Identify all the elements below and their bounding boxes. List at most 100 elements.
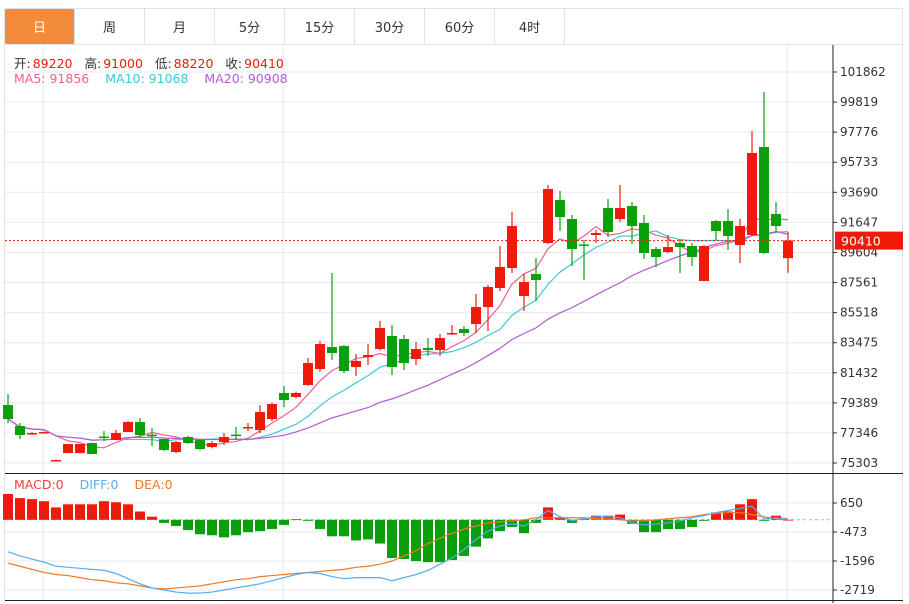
candle-body — [243, 427, 253, 429]
candle-body — [675, 243, 685, 248]
candle — [171, 440, 181, 454]
candle-body — [639, 223, 649, 254]
macd-bar — [3, 493, 13, 520]
candle-body — [123, 422, 133, 433]
candle-body — [651, 249, 661, 258]
diff-legend-value: DIFF:0 — [79, 477, 119, 492]
candle-body — [399, 339, 409, 364]
candle-body — [567, 219, 577, 250]
macd-tick-label: 650 — [840, 496, 863, 510]
candle — [303, 358, 313, 386]
candle — [267, 402, 277, 422]
candle — [603, 199, 613, 238]
kline-chart[interactable]: 1018629981997776957339369091647896048756… — [0, 0, 909, 604]
macd-bar — [435, 519, 445, 563]
macd-bar — [51, 507, 61, 520]
y-tick-label: 87561 — [840, 276, 878, 290]
candle — [15, 423, 25, 440]
candle — [255, 405, 265, 434]
candle — [231, 427, 241, 441]
candle-body — [99, 436, 109, 439]
candle-body — [411, 349, 421, 360]
close-label: 收: — [225, 56, 243, 71]
open-value: 89220 — [32, 56, 73, 71]
macd-bar — [411, 519, 421, 562]
candle-body — [663, 247, 673, 253]
candle-body — [291, 393, 301, 398]
candle-body — [531, 274, 541, 281]
y-tick-label: 93690 — [840, 185, 878, 199]
high-label: 高: — [84, 56, 102, 71]
candle — [759, 92, 769, 254]
candle-body — [747, 153, 757, 236]
macd-bar — [387, 519, 397, 559]
candle — [711, 220, 721, 241]
macd-bar — [267, 519, 277, 530]
candle — [627, 202, 637, 245]
candle — [327, 273, 337, 361]
candle-body — [171, 442, 181, 453]
candle-body — [39, 432, 49, 434]
dea-legend-value: DEA:0 — [134, 477, 173, 492]
macd-bar — [639, 519, 649, 533]
candle — [315, 340, 325, 372]
candle — [63, 444, 73, 454]
candle — [699, 245, 709, 282]
candle-body — [3, 405, 13, 420]
candle-body — [231, 434, 241, 437]
y-tick-label: 99819 — [840, 95, 878, 109]
y-tick-label: 97776 — [840, 125, 878, 139]
macd-bar — [243, 519, 253, 533]
high-value: 91000 — [103, 56, 143, 71]
macd-bar — [99, 501, 109, 520]
candle — [639, 215, 649, 260]
candle-body — [687, 246, 697, 258]
macd-bar — [291, 519, 301, 521]
candle-body — [111, 433, 121, 441]
candle — [243, 423, 253, 432]
candle — [687, 243, 697, 267]
macd-bar — [651, 519, 661, 533]
candle-body — [147, 434, 157, 437]
candle — [183, 435, 193, 444]
candle — [195, 439, 205, 451]
y-tick-label: 81432 — [840, 366, 878, 380]
candle-body — [87, 443, 97, 455]
macd-tick-label: -2719 — [840, 583, 875, 597]
low-label: 低: — [154, 56, 172, 71]
candle — [123, 421, 133, 433]
candle-body — [783, 240, 793, 259]
macd-bar — [339, 519, 349, 537]
candle-body — [195, 440, 205, 450]
candle-body — [219, 437, 229, 443]
macd-bar — [699, 519, 709, 521]
candle-body — [495, 267, 505, 289]
y-tick-label: 85518 — [840, 306, 878, 320]
candle-body — [255, 412, 265, 431]
candle-body — [279, 393, 289, 401]
macd-bar — [171, 519, 181, 526]
y-tick-label: 75303 — [840, 456, 878, 470]
candle — [507, 212, 517, 274]
candle-body — [423, 348, 433, 351]
macd-legend-value: MACD:0 — [14, 477, 64, 492]
close-value: 90410 — [244, 56, 284, 71]
macd-bar — [231, 519, 241, 536]
candle-body — [63, 444, 73, 454]
macd-bar — [207, 519, 217, 536]
candle-body — [27, 433, 37, 435]
candle-body — [699, 246, 709, 282]
y-tick-label: 95733 — [840, 155, 878, 169]
candle-body — [51, 460, 61, 462]
candle — [3, 394, 13, 424]
ma10-legend: MA10: 91068 — [105, 71, 189, 86]
candle-body — [543, 189, 553, 244]
macd-bar — [279, 519, 289, 525]
macd-bar — [63, 504, 73, 520]
candle — [207, 440, 217, 449]
macd-tick-label: -473 — [840, 525, 867, 539]
macd-bar — [75, 504, 85, 520]
candle-body — [315, 344, 325, 370]
macd-bar — [423, 519, 433, 563]
candle-body — [615, 208, 625, 220]
